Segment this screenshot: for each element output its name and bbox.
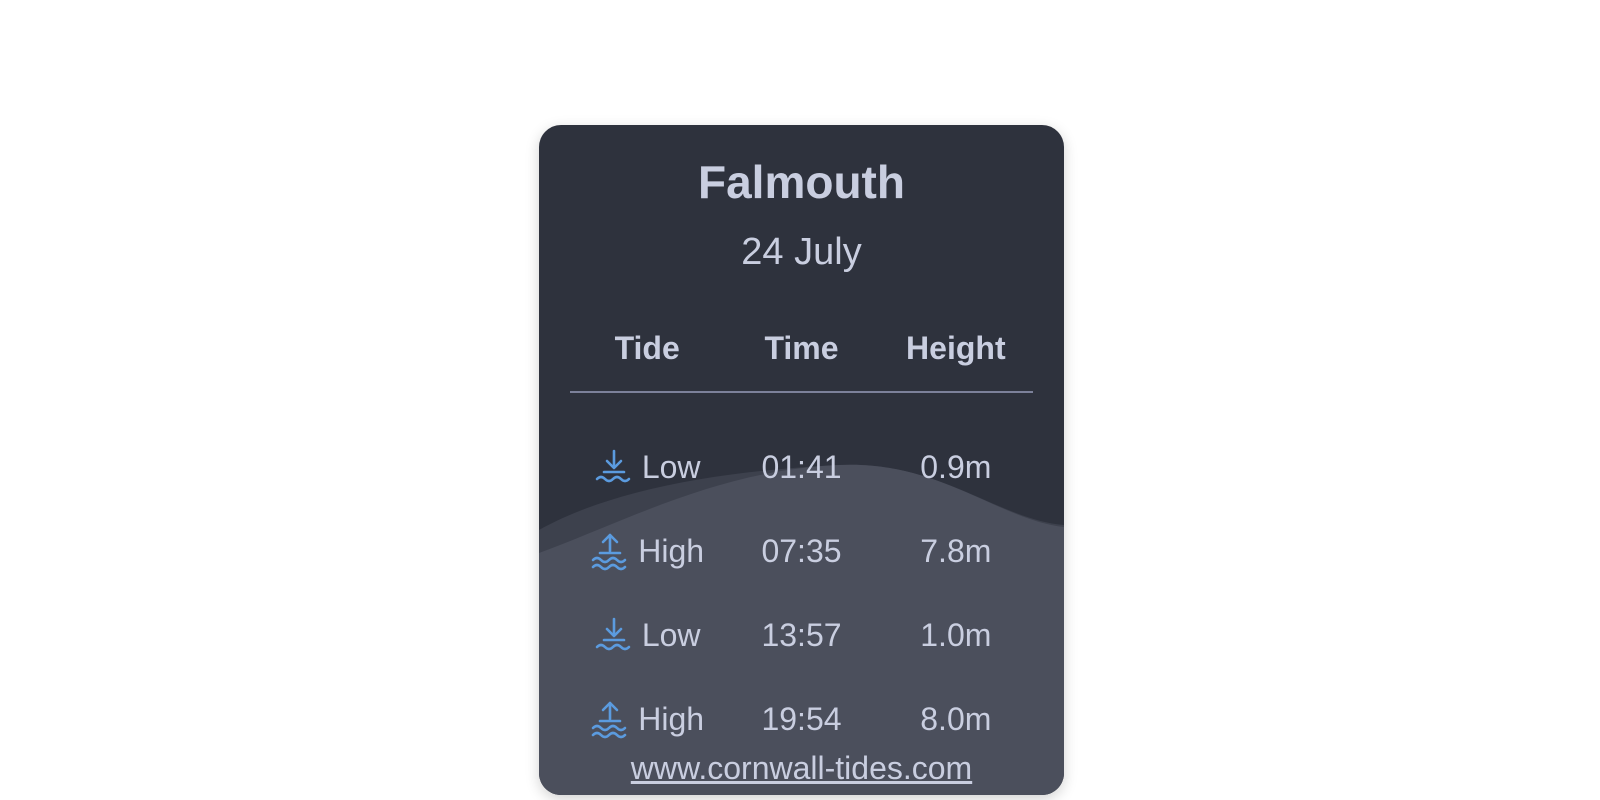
website-link[interactable]: www.cornwall-tides.com <box>539 750 1064 787</box>
table-row: High 07:35 7.8m <box>570 509 1033 593</box>
tide-height: 0.9m <box>920 448 992 485</box>
tide-time: 19:54 <box>761 700 842 737</box>
tide-height: 7.8m <box>920 532 992 569</box>
table-row: High 19:54 8.0m <box>570 677 1033 761</box>
tide-type-cell: High <box>570 531 724 571</box>
header-tide: Tide <box>614 330 680 366</box>
tide-table: Low 01:41 0.9m High 07:35 7.8m Low 13:57… <box>570 425 1033 761</box>
tide-time: 13:57 <box>761 616 842 653</box>
tide-type-cell: High <box>570 699 724 739</box>
high-tide-icon <box>591 701 627 739</box>
table-row: Low 01:41 0.9m <box>570 425 1033 509</box>
tide-type-label: High <box>638 700 705 737</box>
header-time: Time <box>764 330 839 366</box>
header-height: Height <box>906 330 1006 366</box>
tide-type-cell: Low <box>570 615 724 655</box>
table-row: Low 13:57 1.0m <box>570 593 1033 677</box>
tide-height: 8.0m <box>920 700 992 737</box>
tide-type-label: Low <box>641 448 701 485</box>
tide-card: Falmouth 24 July Tide Time Height Low 01… <box>539 125 1064 795</box>
header-divider <box>570 391 1033 393</box>
high-tide-icon <box>591 533 627 571</box>
tide-date: 24 July <box>741 231 862 273</box>
tide-time: 07:35 <box>761 532 842 569</box>
tide-time: 01:41 <box>761 448 842 485</box>
tide-type-cell: Low <box>570 447 724 487</box>
low-tide-icon <box>595 617 631 651</box>
tide-type-label: High <box>638 532 705 569</box>
low-tide-icon <box>595 449 631 483</box>
table-header: Tide Time Height <box>570 330 1033 370</box>
location-title: Falmouth <box>698 156 905 208</box>
tide-type-label: Low <box>641 616 701 653</box>
tide-height: 1.0m <box>920 616 992 653</box>
